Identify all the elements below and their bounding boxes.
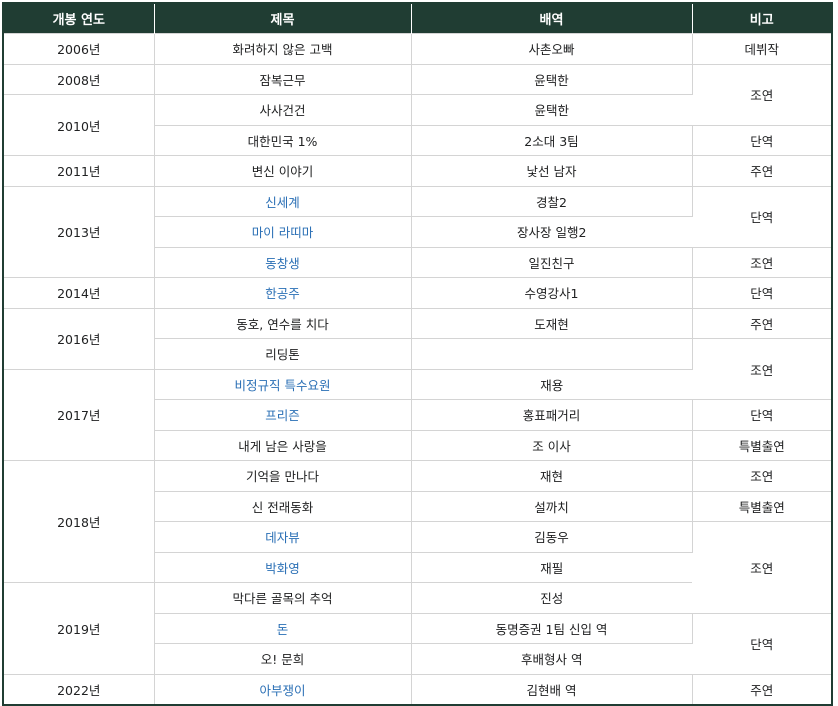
cell-note: 특별출연 xyxy=(692,429,831,461)
cell-title-link[interactable]: 돈 xyxy=(154,612,412,644)
header-role: 배역 xyxy=(410,4,692,34)
filmography-table-container: 개봉 연도 제목 배역 비고 2006년 화려하지 않은 고백 사촌오빠 데뷔작 200… xyxy=(2,2,833,706)
table-row: 2008년 잠복근무 윤택한 조연 xyxy=(4,63,831,125)
cell-title: 잠복근무 xyxy=(154,63,412,95)
table-row: 2018년 기억을 만나다 재현 조연 xyxy=(4,460,831,583)
table-body: 2006년 화려하지 않은 고백 사촌오빠 데뷔작 2008년 잠복근무 윤택한 조연 2010… xyxy=(4,33,831,704)
cell-role: 재현 xyxy=(411,460,693,491)
table-header-row: 개봉 연도 제목 배역 비고 xyxy=(4,4,831,34)
cell-role: 후배형사 역 xyxy=(411,643,692,674)
cell-role: 김현배 역 xyxy=(411,673,693,704)
cell-role: 장사장 일행2 xyxy=(411,216,692,247)
cell-note: 조연 xyxy=(692,338,831,400)
cell-role: 수영강사1 xyxy=(411,277,693,308)
cell-title: 동호, 연수를 치다 xyxy=(154,307,412,339)
filmography-table: 개봉 연도 제목 배역 비고 2006년 화려하지 않은 고백 사촌오빠 데뷔작 200… xyxy=(4,4,831,704)
table-row: 2016년 동호, 연수를 치다 도재현 주연 xyxy=(4,307,831,369)
cell-title-link[interactable]: 마이 라띠마 xyxy=(154,216,412,247)
cell-title-link[interactable]: 신세계 xyxy=(154,185,412,217)
cell-year: 2018년 xyxy=(4,460,155,583)
cell-title: 화려하지 않은 고백 xyxy=(154,33,412,64)
cell-note: 단역 xyxy=(692,612,831,674)
cell-year: 2016년 xyxy=(4,307,155,369)
cell-title: 오! 문희 xyxy=(154,643,412,674)
cell-note: 주연 xyxy=(692,673,831,704)
cell-role: 홍표패거리 xyxy=(411,399,693,430)
cell-note: 데뷔작 xyxy=(692,33,831,64)
cell-title: 사사건건 xyxy=(154,94,412,125)
cell-title: 신 전래동화 xyxy=(154,490,412,522)
cell-role: 재필 xyxy=(411,551,692,583)
header-title: 제목 xyxy=(153,4,411,34)
cell-title-link[interactable]: 박화영 xyxy=(154,551,412,583)
cell-year: 2011년 xyxy=(4,155,155,186)
cell-role: 재용 xyxy=(411,368,692,400)
cell-title: 변신 이야기 xyxy=(154,155,412,186)
cell-title-link[interactable]: 동창생 xyxy=(154,246,412,278)
table-row: 2013년 신세계 경찰2 단역 xyxy=(4,185,831,278)
header-note: 비고 xyxy=(691,4,831,34)
cell-role: 일진친구 xyxy=(411,246,693,278)
cell-title: 기억을 만나다 xyxy=(154,460,412,491)
cell-note: 단역 xyxy=(692,185,831,247)
cell-role: 사촌오빠 xyxy=(411,33,693,64)
cell-year: 2014년 xyxy=(4,277,155,308)
cell-note: 단역 xyxy=(692,124,831,156)
cell-note: 특별출연 xyxy=(692,490,831,522)
cell-role: 조 이사 xyxy=(411,429,693,461)
cell-year: 2017년 xyxy=(4,368,155,461)
cell-title-link[interactable]: 프리즌 xyxy=(154,399,412,430)
cell-note: 조연 xyxy=(692,460,831,491)
cell-note: 주연 xyxy=(692,155,831,186)
cell-title: 막다른 골목의 추억 xyxy=(154,582,412,613)
cell-role: 김동우 xyxy=(411,521,693,552)
cell-title: 대한민국 1% xyxy=(154,124,412,156)
cell-year: 2013년 xyxy=(4,185,155,278)
cell-year: 2006년 xyxy=(4,33,155,64)
cell-year: 2019년 xyxy=(4,582,155,674)
cell-title: 리딩톤 xyxy=(154,338,412,369)
cell-role: 2소대 3팀 xyxy=(411,124,693,156)
cell-role: 동명증권 1팀 신입 역 xyxy=(411,612,693,644)
cell-note: 조연 xyxy=(692,246,831,278)
cell-role: 낯선 남자 xyxy=(411,155,693,186)
header-year: 개봉 연도 xyxy=(4,4,154,34)
cell-role: 윤택한 xyxy=(411,63,693,95)
table-row: 2011년 변신 이야기 낯선 남자 주연 xyxy=(4,155,831,186)
cell-year: 2010년 xyxy=(4,94,155,156)
cell-note: 주연 xyxy=(692,307,831,339)
cell-title: 내게 남은 사랑을 xyxy=(154,429,412,461)
cell-role: 진성 xyxy=(411,582,692,613)
cell-role: 경찰2 xyxy=(411,185,693,217)
table-row: 2022년 아부쟁이 김현배 역 주연 xyxy=(4,673,831,704)
cell-title-link[interactable]: 비정규직 특수요원 xyxy=(154,368,412,400)
cell-role: 윤택한 xyxy=(411,94,692,125)
cell-note: 조연 xyxy=(692,521,831,613)
cell-note: 조연 xyxy=(692,63,831,125)
cell-year: 2008년 xyxy=(4,63,155,95)
cell-role xyxy=(411,338,693,369)
cell-note: 단역 xyxy=(692,399,831,430)
cell-year: 2022년 xyxy=(4,673,155,704)
cell-title-link[interactable]: 아부쟁이 xyxy=(154,673,412,704)
cell-note: 단역 xyxy=(692,277,831,308)
cell-title-link[interactable]: 데자뷰 xyxy=(154,521,412,552)
table-row: 2006년 화려하지 않은 고백 사촌오빠 데뷔작 xyxy=(4,33,831,64)
cell-role: 설까치 xyxy=(411,490,693,522)
cell-title-link[interactable]: 한공주 xyxy=(154,277,412,308)
cell-role: 도재현 xyxy=(411,307,693,339)
table-row: 2014년 한공주 수영강사1 단역 xyxy=(4,277,831,308)
